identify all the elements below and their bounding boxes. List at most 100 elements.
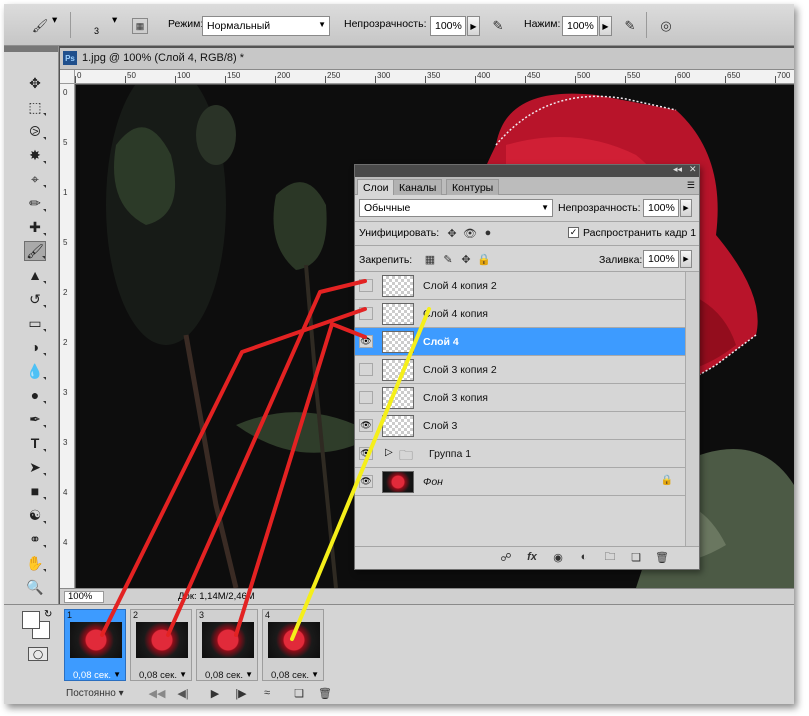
- clone-stamp-tool-icon[interactable]: ▲: [24, 265, 46, 285]
- chevron-down-icon[interactable]: ▼: [245, 670, 253, 679]
- type-tool-icon[interactable]: T: [24, 433, 46, 453]
- layer-name[interactable]: Слой 4 копия: [423, 308, 488, 320]
- frame-duration[interactable]: 0,08 сек.: [205, 670, 243, 681]
- tab-paths[interactable]: Контуры: [446, 179, 500, 195]
- lock-pixels-icon[interactable]: ✎: [439, 251, 457, 267]
- pressure-slider-button[interactable]: ▶: [599, 16, 612, 36]
- adjustment-layer-icon[interactable]: ◐: [575, 549, 593, 565]
- animation-frame[interactable]: 2 0,08 сек. ▼: [130, 609, 192, 681]
- tab-layers[interactable]: Слои: [357, 179, 395, 195]
- tab-channels[interactable]: Каналы: [393, 179, 443, 195]
- layer-mask-icon[interactable]: ◉: [549, 549, 567, 565]
- layer-name[interactable]: Слой 3: [423, 420, 457, 432]
- 3d-orbit-tool-icon[interactable]: ⚭: [24, 529, 46, 549]
- lock-transparency-icon[interactable]: ▦: [421, 251, 439, 267]
- collapse-icon[interactable]: ◂◂: [673, 164, 682, 175]
- preset-dropdown-arrow[interactable]: ▾: [52, 14, 57, 26]
- animation-frame[interactable]: 1 0,08 сек. ▼: [64, 609, 126, 681]
- horizontal-ruler[interactable]: 0 50 100 150 200 250 300 350 400 450 500 550 600 650 7…: [75, 70, 794, 84]
- layer-row[interactable]: 👁 Слой 3: [355, 412, 685, 440]
- duplicate-frame-icon[interactable]: ❏: [290, 685, 308, 701]
- layers-scrollbar[interactable]: [685, 272, 699, 546]
- layer-opacity-input[interactable]: 100%: [643, 199, 679, 217]
- blend-mode-select[interactable]: Обычные ▼: [359, 199, 553, 217]
- healing-brush-tool-icon[interactable]: ✚: [24, 217, 46, 237]
- vertical-ruler[interactable]: 05152233445: [60, 84, 75, 588]
- zoom-field[interactable]: 100%: [64, 591, 104, 603]
- chevron-down-icon[interactable]: ▼: [311, 670, 319, 679]
- new-layer-icon[interactable]: ❏: [627, 549, 645, 565]
- move-tool-icon[interactable]: ✥: [24, 73, 46, 93]
- layer-name[interactable]: Слой 3 копия 2: [423, 364, 497, 376]
- blur-tool-icon[interactable]: 💧: [24, 361, 46, 381]
- visibility-toggle-icon[interactable]: [359, 391, 373, 404]
- marquee-tool-icon[interactable]: ⬚: [24, 97, 46, 117]
- airbrush-icon[interactable]: ✎: [620, 16, 640, 36]
- loop-select[interactable]: Постоянно ▾: [66, 685, 130, 701]
- layer-group-row[interactable]: 👁 ▷ 🗀 Группа 1: [355, 440, 685, 468]
- first-frame-icon[interactable]: ◀◀: [148, 685, 166, 701]
- chevron-down-icon[interactable]: ▼: [113, 670, 121, 679]
- path-selection-tool-icon[interactable]: ➤: [24, 457, 46, 477]
- lasso-tool-icon[interactable]: ⧁: [24, 121, 46, 141]
- layer-row[interactable]: Слой 3 копия: [355, 384, 685, 412]
- brush-size-dropdown-arrow[interactable]: ▾: [112, 14, 117, 26]
- animation-frame[interactable]: 4 0,08 сек. ▼: [262, 609, 324, 681]
- next-frame-icon[interactable]: |▶: [232, 685, 250, 701]
- delete-layer-icon[interactable]: 🗑: [653, 549, 671, 565]
- frame-duration[interactable]: 0,08 сек.: [271, 670, 309, 681]
- quick-mask-icon[interactable]: ◯: [28, 647, 48, 661]
- visibility-toggle-icon[interactable]: 👁: [359, 447, 373, 460]
- pressure-input[interactable]: 100%: [562, 16, 598, 36]
- swap-colors-icon[interactable]: ↻: [44, 609, 52, 620]
- layer-name[interactable]: Слой 3 копия: [423, 392, 488, 404]
- hand-tool-icon[interactable]: ✋: [24, 553, 46, 573]
- zoom-tool-icon[interactable]: 🔍: [24, 577, 46, 597]
- foreground-color-swatch[interactable]: [22, 611, 40, 629]
- 3d-rotate-tool-icon[interactable]: ☯: [24, 505, 46, 525]
- panel-menu-icon[interactable]: ☰: [687, 180, 695, 191]
- unify-visibility-icon[interactable]: 👁: [461, 225, 479, 241]
- brush-preset-icon[interactable]: 🖌: [30, 16, 50, 36]
- ruler-origin[interactable]: [60, 70, 75, 84]
- brush-tool-icon[interactable]: 🖌: [24, 241, 46, 261]
- crop-tool-icon[interactable]: ⌖: [24, 169, 46, 189]
- unify-style-icon[interactable]: ●: [479, 225, 497, 241]
- tween-icon[interactable]: ≈: [258, 685, 276, 701]
- visibility-toggle-icon[interactable]: 👁: [359, 475, 373, 488]
- frame-duration[interactable]: 0,08 сек.: [139, 670, 177, 681]
- layer-row[interactable]: Слой 4 копия: [355, 300, 685, 328]
- play-icon[interactable]: ▶: [206, 685, 224, 701]
- layer-name[interactable]: Фон: [423, 476, 443, 488]
- document-tab[interactable]: Ps 1.jpg @ 100% (Слой 4, RGB/8) *: [60, 48, 794, 70]
- panel-grip[interactable]: [4, 46, 58, 52]
- chevron-down-icon[interactable]: ▼: [179, 670, 187, 679]
- eraser-tool-icon[interactable]: ▭: [24, 313, 46, 333]
- frame-duration[interactable]: 0,08 сек.: [73, 670, 111, 681]
- eyedropper-tool-icon[interactable]: ✏: [24, 193, 46, 213]
- paint-bucket-tool-icon[interactable]: ◑: [24, 337, 46, 357]
- layer-row[interactable]: 👁 Фон 🔒: [355, 468, 685, 496]
- tablet-size-icon[interactable]: ◎: [656, 16, 676, 36]
- layer-row[interactable]: 👁 Слой 4: [355, 328, 685, 356]
- mode-select[interactable]: Нормальный ▼: [202, 16, 330, 36]
- animation-frame[interactable]: 3 0,08 сек. ▼: [196, 609, 258, 681]
- close-icon[interactable]: ✕: [689, 164, 697, 175]
- fill-input[interactable]: 100%: [643, 250, 679, 268]
- panel-titlebar[interactable]: ◂◂ ✕: [355, 164, 699, 177]
- pen-tool-icon[interactable]: ✒: [24, 409, 46, 429]
- layer-row[interactable]: Слой 4 копия 2: [355, 272, 685, 300]
- opacity-slider-button[interactable]: ▶: [467, 16, 480, 36]
- tablet-opacity-icon[interactable]: ✎: [488, 16, 508, 36]
- visibility-toggle-icon[interactable]: [359, 307, 373, 320]
- fill-slider-button[interactable]: ▶: [680, 250, 692, 268]
- history-brush-tool-icon[interactable]: ↺: [24, 289, 46, 309]
- layer-opacity-slider-button[interactable]: ▶: [680, 199, 692, 217]
- opacity-input[interactable]: 100%: [430, 16, 466, 36]
- layer-name[interactable]: Группа 1: [429, 448, 471, 460]
- layer-row[interactable]: Слой 3 копия 2: [355, 356, 685, 384]
- visibility-toggle-icon[interactable]: 👁: [359, 335, 373, 348]
- shape-tool-icon[interactable]: ■: [24, 481, 46, 501]
- expand-triangle-icon[interactable]: ▷: [385, 447, 393, 458]
- fx-icon[interactable]: fx: [523, 549, 541, 565]
